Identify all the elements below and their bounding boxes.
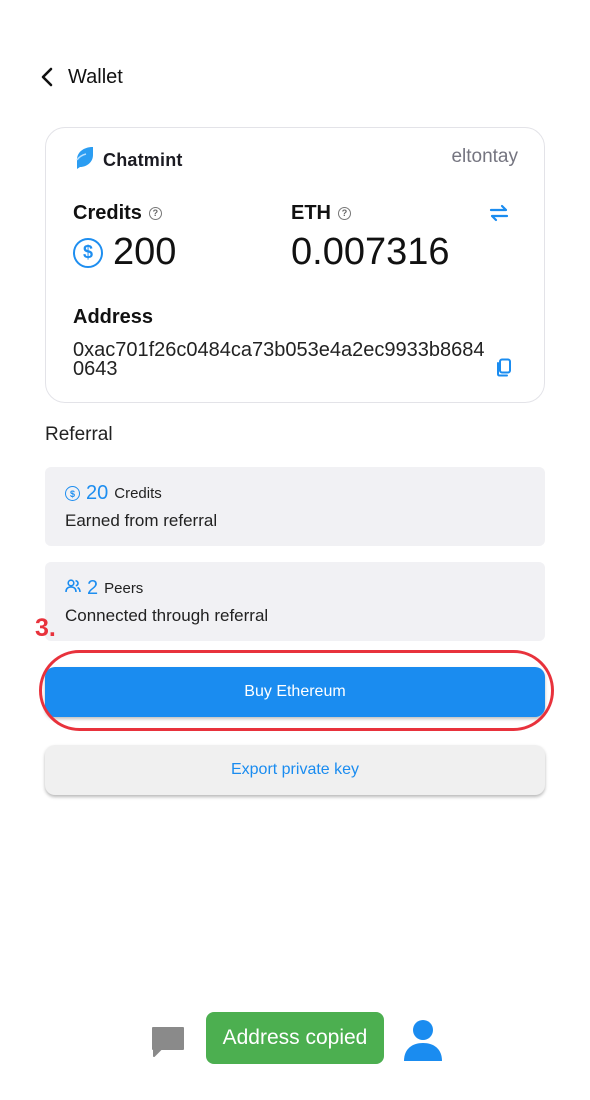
wallet-address: 0xac701f26c0484ca73b053e4a2ec9933b868406… bbox=[73, 339, 485, 380]
referral-title: Referral bbox=[45, 424, 113, 445]
referral-peers-number: 2 bbox=[87, 577, 99, 599]
peers-icon bbox=[65, 579, 81, 598]
brand-name: Chatmint bbox=[103, 150, 183, 170]
swap-icon[interactable] bbox=[488, 204, 510, 222]
chatmint-logo bbox=[73, 146, 95, 175]
brand: Chatmint bbox=[73, 146, 183, 175]
eth-label: ETH bbox=[291, 202, 331, 224]
credits-balance: $ 200 bbox=[73, 231, 176, 274]
coin-icon: $ bbox=[65, 486, 80, 501]
referral-credits-stat: $ 20 Credits bbox=[65, 482, 162, 505]
referral-credits-unit: Credits bbox=[114, 485, 162, 502]
referral-credits-card: $ 20 Credits Earned from referral bbox=[45, 467, 545, 546]
eth-balance: 0.007316 bbox=[291, 231, 450, 274]
header: Wallet bbox=[40, 62, 123, 92]
page-title[interactable]: Wallet bbox=[68, 66, 123, 89]
annotation-step-label: 3. bbox=[35, 614, 56, 642]
referral-peers-unit: Peers bbox=[104, 580, 144, 597]
referral-peers-description: Connected through referral bbox=[65, 606, 269, 625]
help-icon[interactable]: ? bbox=[338, 207, 351, 220]
eth-label-row: ETH ? bbox=[291, 202, 351, 225]
referral-peers-stat: 2 Peers bbox=[65, 577, 143, 600]
annotation-highlight-ring bbox=[39, 650, 554, 731]
eth-value: 0.007316 bbox=[291, 231, 450, 273]
export-private-key-button[interactable]: Export private key bbox=[45, 745, 545, 795]
credits-value: 200 bbox=[113, 231, 177, 273]
address-label: Address bbox=[73, 306, 154, 328]
chat-icon[interactable] bbox=[150, 1025, 186, 1059]
copy-icon[interactable] bbox=[496, 358, 512, 377]
toast-notification: Address copied bbox=[206, 1012, 384, 1064]
referral-credits-description: Earned from referral bbox=[65, 511, 218, 530]
bottom-bar: Address copied bbox=[0, 1010, 590, 1066]
help-icon[interactable]: ? bbox=[148, 207, 162, 220]
back-icon[interactable] bbox=[40, 67, 56, 87]
referral-peers-card: 2 Peers Connected through referral bbox=[45, 562, 545, 641]
referral-credits-number: 20 bbox=[86, 482, 109, 504]
wallet-card: Chatmint eltontay Credits ? $ 200 ETH ? … bbox=[45, 127, 545, 403]
username: eltontay bbox=[451, 146, 518, 167]
credits-label: Credits bbox=[73, 202, 142, 224]
profile-icon[interactable] bbox=[402, 1018, 444, 1062]
credits-label-row: Credits ? bbox=[73, 202, 162, 225]
coin-icon: $ bbox=[73, 237, 103, 268]
